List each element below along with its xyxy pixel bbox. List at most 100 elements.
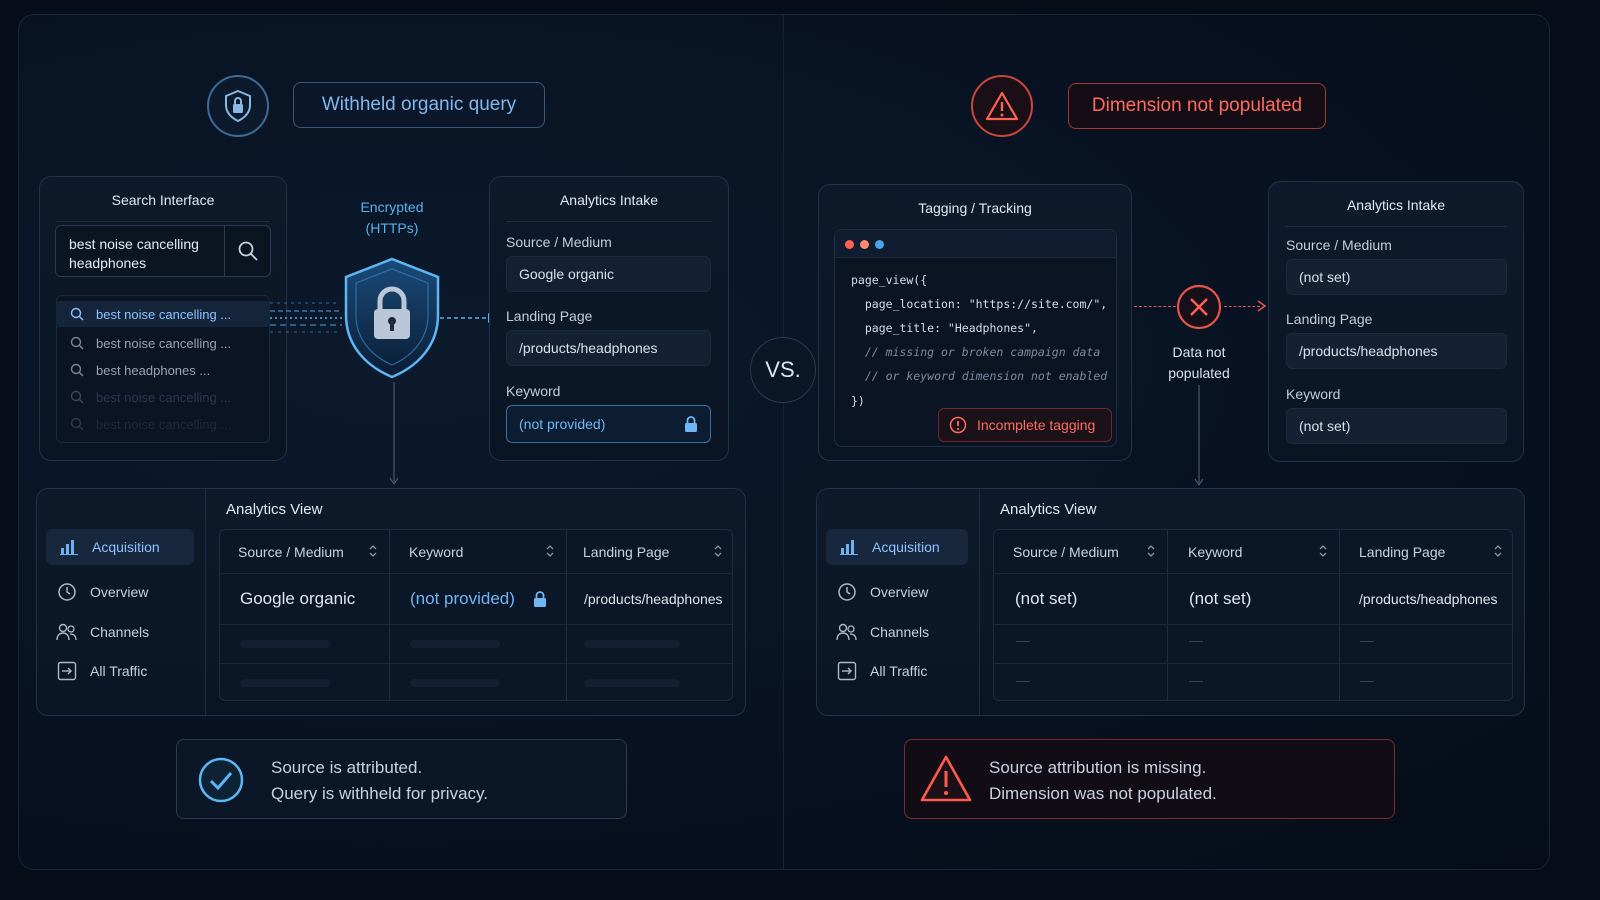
data-not-populated-label: Data not populated xyxy=(1168,344,1230,381)
clock-icon xyxy=(56,581,78,603)
search-icon xyxy=(238,241,258,261)
search-icon xyxy=(70,307,84,321)
nav-acquisition[interactable]: Acquisition xyxy=(826,529,968,565)
code-line: page_title: "Headphones", xyxy=(851,321,1038,335)
alert-circle-icon xyxy=(949,416,967,434)
empty-cell: — xyxy=(1016,672,1030,688)
shield-lock-icon xyxy=(207,75,269,137)
summary-line: Query is withheld for privacy. xyxy=(271,784,488,803)
analytics-table: Source / Medium Keyword Landing Page Goo… xyxy=(219,529,733,701)
code-comment: // or keyword dimension not enabled xyxy=(851,369,1108,383)
summary-line: Source attribution is missing. xyxy=(989,758,1207,777)
landing-page-label: Landing Page xyxy=(506,308,593,324)
keyword-field: (not set) xyxy=(1286,408,1507,444)
nav-channels[interactable]: Channels xyxy=(836,614,929,650)
summary-line: Dimension was not populated. xyxy=(989,784,1217,803)
nav-acquisition[interactable]: Acquisition xyxy=(46,529,194,565)
users-icon xyxy=(836,621,858,643)
incomplete-tagging-badge: Incomplete tagging xyxy=(938,408,1112,442)
search-icon xyxy=(70,363,84,377)
table-cell: (not set) xyxy=(1189,589,1252,608)
source-medium-label: Source / Medium xyxy=(506,234,612,250)
error-x-icon xyxy=(1176,284,1222,330)
sort-icon xyxy=(714,545,722,557)
suggestion-item[interactable]: best noise cancelling ... xyxy=(56,301,270,327)
column-header[interactable]: Source / Medium xyxy=(238,530,389,574)
source-medium-label: Source / Medium xyxy=(1286,237,1392,253)
code-comment: // missing or broken campaign data xyxy=(851,345,1101,359)
table-cell: Google organic xyxy=(240,589,356,608)
sort-icon xyxy=(1319,545,1327,557)
panel-title: Analytics Intake xyxy=(1346,197,1446,213)
lock-icon xyxy=(685,416,697,432)
arrow-head xyxy=(1257,300,1267,312)
landing-page-field: /products/headphones xyxy=(1286,333,1507,369)
table-cell: /products/headphones xyxy=(1359,591,1498,607)
dimension-not-populated-label: Dimension not populated xyxy=(1068,83,1326,129)
analytics-table: Source / Medium Keyword Landing Page (no… xyxy=(993,529,1513,701)
column-header[interactable]: Landing Page xyxy=(1359,530,1514,574)
source-medium-field: Google organic xyxy=(506,256,711,292)
empty-cell: — xyxy=(1360,672,1374,688)
code-line: page_location: "https://site.com/", xyxy=(851,297,1108,311)
warning-triangle-icon xyxy=(920,755,972,802)
code-line: }) xyxy=(851,394,865,408)
nav-overview[interactable]: Overview xyxy=(836,574,928,610)
encryption-label: Encrypted (HTTPs) xyxy=(360,199,424,236)
summary-missing: Source attribution is missing. Dimension … xyxy=(904,739,1395,819)
search-button[interactable] xyxy=(224,226,270,276)
arrow-right-box-icon xyxy=(56,660,78,682)
column-header[interactable]: Landing Page xyxy=(583,530,734,574)
suggestion-item[interactable]: best headphones ... xyxy=(56,357,270,383)
analytics-view-title: Analytics View xyxy=(1000,501,1097,518)
arrow-right-box-icon xyxy=(836,660,858,682)
suggestion-item[interactable]: best noise cancelling ... xyxy=(56,384,270,410)
suggestion-item[interactable]: best noise cancelling ... xyxy=(56,411,270,437)
search-icon xyxy=(70,417,84,431)
nav-all-traffic[interactable]: All Traffic xyxy=(56,653,147,689)
summary-attributed: Source is attributed. Query is withheld f… xyxy=(176,739,627,819)
code-line: page_view({ xyxy=(851,273,928,287)
keyword-field: (not provided) xyxy=(506,405,711,443)
search-icon xyxy=(70,390,84,404)
column-header[interactable]: Source / Medium xyxy=(1013,530,1167,574)
vs-badge: VS. xyxy=(750,337,816,403)
sort-icon xyxy=(1147,545,1155,557)
nav-channels[interactable]: Channels xyxy=(56,614,149,650)
nav-all-traffic[interactable]: All Traffic xyxy=(836,653,927,689)
bar-chart-icon xyxy=(58,536,80,558)
panel-title: Search Interface xyxy=(111,192,215,208)
column-header[interactable]: Keyword xyxy=(409,530,566,574)
check-circle-icon xyxy=(198,757,244,803)
panel-title: Analytics Intake xyxy=(559,192,659,208)
lock-icon xyxy=(533,590,546,607)
empty-cell: — xyxy=(1016,632,1030,648)
suggestion-item[interactable]: best noise cancelling ... xyxy=(56,330,270,356)
flow-arrow xyxy=(389,382,399,485)
analytics-view-title: Analytics View xyxy=(226,501,323,518)
keyword-label: Keyword xyxy=(506,383,561,399)
sort-icon xyxy=(369,545,377,557)
center-divider xyxy=(783,14,784,870)
flow-arrow xyxy=(1194,385,1204,486)
table-cell: (not provided) xyxy=(410,574,547,624)
empty-cell: — xyxy=(1189,632,1203,648)
landing-page-label: Landing Page xyxy=(1286,311,1373,327)
sort-icon xyxy=(1494,545,1502,557)
bar-chart-icon xyxy=(838,536,860,558)
search-query-text: best noise cancelling headphones xyxy=(69,236,199,271)
sort-icon xyxy=(546,545,554,557)
source-medium-field: (not set) xyxy=(1286,259,1507,295)
users-icon xyxy=(56,621,78,643)
clock-icon xyxy=(836,581,858,603)
landing-page-field: /products/headphones xyxy=(506,330,711,366)
search-input[interactable]: best noise cancelling headphones xyxy=(55,225,271,277)
summary-line: Source is attributed. xyxy=(271,758,423,777)
panel-title: Tagging / Tracking xyxy=(918,200,1032,216)
table-cell: (not set) xyxy=(1015,589,1078,608)
warning-triangle-icon xyxy=(971,75,1033,137)
empty-cell: — xyxy=(1360,632,1374,648)
nav-overview[interactable]: Overview xyxy=(56,574,148,610)
withheld-query-label: Withheld organic query xyxy=(293,82,545,128)
column-header[interactable]: Keyword xyxy=(1188,530,1339,574)
